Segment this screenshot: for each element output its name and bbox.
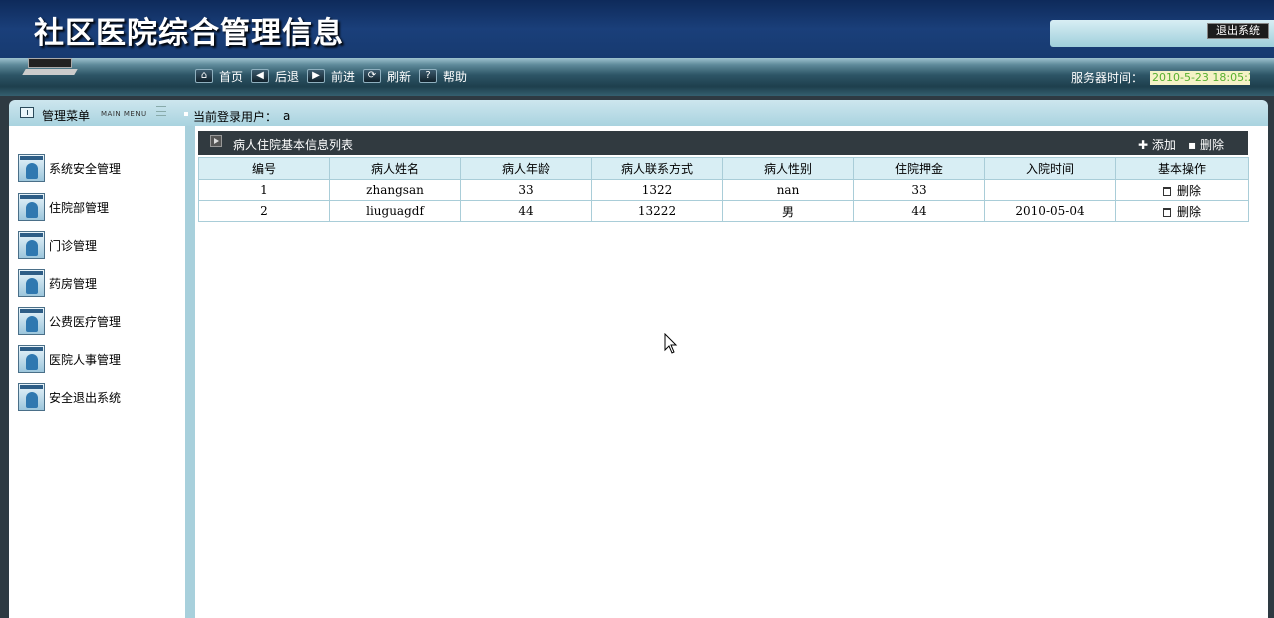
play-icon (210, 135, 222, 147)
table-cell (984, 179, 1116, 201)
table-cell: 男 (722, 200, 854, 222)
table-cell: zhangsan (329, 179, 461, 201)
add-label: 添加 (1151, 138, 1176, 152)
row-delete-label: 删除 (1176, 204, 1201, 219)
logout-button[interactable]: 退出系统 (1207, 23, 1269, 39)
sidebar-item-logout[interactable]: 安全退出系统 (18, 382, 121, 412)
forward-arrow-icon: ▶ (307, 69, 325, 83)
trash-icon (1162, 207, 1171, 217)
row-delete-label: 删除 (1176, 183, 1201, 198)
column-header: 病人姓名 (329, 157, 461, 180)
sidebar-item-inpatient[interactable]: 住院部管理 (18, 192, 109, 222)
sidebar-item-label: 系统安全管理 (49, 161, 122, 176)
current-user-label: 当前登录用户： (193, 110, 278, 124)
sidebar-item-hr[interactable]: 医院人事管理 (18, 344, 121, 374)
column-header: 病人联系方式 (591, 157, 723, 180)
back-arrow-icon: ◀ (251, 69, 269, 83)
column-header: 病人年龄 (460, 157, 592, 180)
table-cell-actions: 删除 (1115, 179, 1249, 201)
sidebar-item-label: 门诊管理 (49, 238, 98, 253)
back-button[interactable]: ◀ 后退 (251, 67, 299, 85)
table-cell: 44 (460, 200, 592, 222)
patient-table: 编号 病人姓名 病人年龄 病人联系方式 病人性别 住院押金 入院时间 基本操作 … (198, 157, 1249, 222)
user-window-icon (18, 383, 45, 411)
current-user-value: a (283, 109, 291, 123)
table-cell: 1322 (591, 179, 723, 201)
app-title: 社区医院综合管理信息 (34, 16, 344, 51)
help-button[interactable]: ? 帮助 (419, 67, 467, 85)
collapse-lines-icon[interactable] (156, 106, 166, 116)
user-window-icon (18, 231, 45, 259)
help-icon: ? (419, 69, 437, 83)
user-window-icon (18, 154, 45, 182)
help-label: 帮助 (443, 69, 468, 84)
table-cell: 33 (853, 179, 985, 201)
sidebar-header: 管理菜单 MAIN MENU (9, 100, 185, 126)
column-header: 编号 (198, 157, 330, 180)
home-label: 首页 (219, 69, 244, 84)
row-delete-button[interactable]: 删除 (1162, 204, 1201, 219)
sidebar-item-label: 住院部管理 (49, 200, 110, 215)
user-window-icon (18, 193, 45, 221)
server-time-label: 服务器时间： (1071, 71, 1144, 85)
sidebar-item-label: 公费医疗管理 (49, 314, 122, 329)
refresh-button[interactable]: ⟳ 刷新 (363, 67, 411, 85)
table-cell: 1 (198, 179, 330, 201)
trash-icon (1162, 186, 1171, 196)
table-cell: 44 (853, 200, 985, 222)
panel-title: 病人住院基本信息列表 (233, 138, 354, 152)
home-icon: ⌂ (195, 69, 213, 83)
forward-button[interactable]: ▶ 前进 (307, 67, 355, 85)
menu-icon (20, 107, 34, 118)
user-window-icon (18, 269, 45, 297)
table-cell: liuguagdf (329, 200, 461, 222)
sidebar-title: 管理菜单 (42, 109, 91, 123)
refresh-label: 刷新 (387, 69, 412, 84)
delete-label: 删除 (1199, 138, 1224, 152)
sidebar-item-outpatient[interactable]: 门诊管理 (18, 230, 97, 260)
sidebar-item-public-medical[interactable]: 公费医疗管理 (18, 306, 121, 336)
table-cell: 2010-05-04 (984, 200, 1116, 222)
sidebar-item-label: 医院人事管理 (49, 352, 122, 367)
sidebar-item-system-security[interactable]: 系统安全管理 (18, 153, 121, 183)
table-header-row: 编号 病人姓名 病人年龄 病人联系方式 病人性别 住院押金 入院时间 基本操作 (198, 157, 1249, 180)
table-row: 2 liuguagdf 44 13222 男 44 2010-05-04 删除 (198, 200, 1249, 222)
table-cell: nan (722, 179, 854, 201)
row-delete-button[interactable]: 删除 (1162, 183, 1201, 198)
plus-icon: ✚ (1138, 138, 1149, 152)
table-cell: 13222 (591, 200, 723, 222)
table-cell-actions: 删除 (1115, 200, 1249, 222)
add-button[interactable]: ✚ 添加 (1138, 136, 1176, 153)
table-cell: 33 (460, 179, 592, 201)
sidebar-divider[interactable] (185, 126, 195, 618)
computer-logo-icon (22, 58, 78, 78)
column-header: 住院押金 (853, 157, 985, 180)
bullet-icon (184, 112, 188, 116)
home-button[interactable]: ⌂ 首页 (195, 67, 243, 85)
main-header: 当前登录用户： a (184, 100, 1268, 126)
user-window-icon (18, 345, 45, 373)
user-window-icon (18, 307, 45, 335)
sidebar-item-pharmacy[interactable]: 药房管理 (18, 268, 97, 298)
delete-button[interactable]: ▪ 删除 (1188, 136, 1224, 153)
refresh-icon: ⟳ (363, 69, 381, 83)
back-label: 后退 (275, 69, 300, 84)
sidebar-item-label: 药房管理 (49, 276, 98, 291)
forward-label: 前进 (331, 69, 356, 84)
column-header: 基本操作 (1115, 157, 1249, 180)
server-time-value: 2010-5-23 18:05:2 (1150, 71, 1250, 85)
delete-icon: ▪ (1188, 138, 1197, 152)
table-row: 1 zhangsan 33 1322 nan 33 删除 (198, 179, 1249, 201)
toolbar: ⌂ 首页 ◀ 后退 ▶ 前进 ⟳ 刷新 ? 帮助 服务器时间： 2010-5-2… (0, 58, 1274, 96)
panel-header: 病人住院基本信息列表 ✚ 添加 ▪ 删除 (198, 131, 1248, 155)
table-cell: 2 (198, 200, 330, 222)
sidebar-subtitle: MAIN MENU (101, 110, 147, 118)
column-header: 病人性别 (722, 157, 854, 180)
sidebar-item-label: 安全退出系统 (49, 390, 122, 405)
app-header: 社区医院综合管理信息 退出系统 (0, 0, 1274, 58)
column-header: 入院时间 (984, 157, 1116, 180)
